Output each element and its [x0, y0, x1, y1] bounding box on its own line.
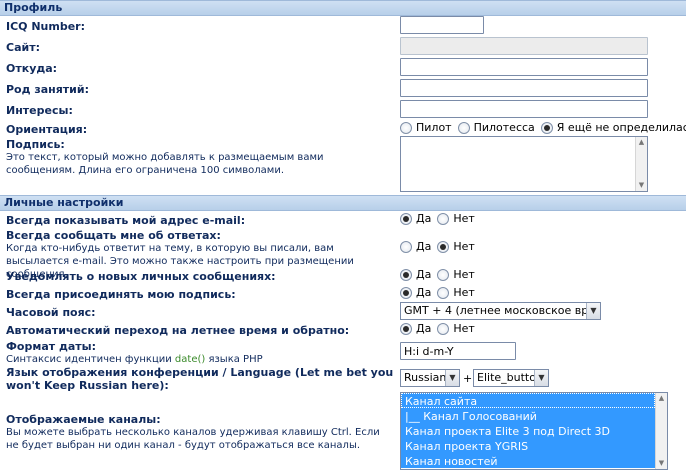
channel-option[interactable]: |__ Канал Голосований	[401, 408, 655, 423]
timezone-select[interactable]: GMT + 4 (летнее московское время) ▼	[400, 302, 601, 320]
occupation-label: Род занятий:	[6, 83, 89, 96]
notify-replies-no[interactable]: Нет	[437, 240, 475, 253]
scroll-down-icon[interactable]: ▼	[656, 458, 667, 469]
plus-separator: +	[463, 372, 473, 385]
radio-yes[interactable]	[400, 268, 412, 281]
chevron-down-icon[interactable]: ▼	[534, 370, 548, 386]
radio-no[interactable]	[437, 286, 450, 299]
dst-yes[interactable]: Да	[400, 322, 431, 335]
location-label: Откуда:	[6, 62, 58, 75]
attach-signature-radio-group: Да Нет	[400, 286, 481, 299]
radio-yes-label: Да	[416, 268, 432, 281]
orientation-option-undecided[interactable]: Я ещё не определилась	[540, 121, 686, 134]
date-format-fn-link[interactable]: date()	[175, 354, 205, 365]
chevron-down-icon[interactable]: ▼	[586, 303, 600, 319]
date-format-desc-text: языка PHP	[205, 354, 263, 365]
notify-pm-radio-group: Да Нет	[400, 268, 481, 281]
channels-label: Отображаемые каналы:	[6, 413, 161, 426]
radio-no-label: Нет	[453, 240, 475, 253]
scroll-down-icon[interactable]: ▼	[636, 180, 647, 191]
orientation-radio-undecided[interactable]	[540, 121, 553, 134]
radio-yes-label: Да	[416, 212, 432, 225]
show-email-no[interactable]: Нет	[437, 212, 475, 225]
icq-input[interactable]	[400, 16, 484, 34]
profile-section-header: Профиль	[0, 0, 686, 16]
radio-yes[interactable]	[400, 240, 412, 253]
radio-yes[interactable]	[400, 322, 412, 335]
language-label: Язык отображения конференции / Language …	[6, 366, 394, 392]
notify-replies-yes[interactable]: Да	[400, 240, 431, 253]
chevron-down-icon[interactable]: ▼	[445, 370, 459, 386]
scroll-up-icon[interactable]: ▲	[656, 393, 667, 404]
channels-description: Вы можете выбрать несколько каналов удер…	[6, 427, 380, 451]
timezone-value: GMT + 4 (летнее московское время)	[404, 304, 601, 317]
attach-signature-no[interactable]: Нет	[437, 286, 475, 299]
channel-option[interactable]: Канал сайта	[401, 393, 655, 408]
dst-label: Автоматический переход на летнее время и…	[6, 324, 350, 337]
signature-textarea[interactable]: ▲ ▼	[400, 136, 648, 192]
radio-yes-label: Да	[416, 240, 432, 253]
date-format-input[interactable]	[400, 342, 516, 360]
radio-yes[interactable]	[400, 286, 412, 299]
dst-no[interactable]: Нет	[437, 322, 475, 335]
radio-yes-label: Да	[416, 286, 432, 299]
channels-scrollbar[interactable]: ▲ ▼	[655, 393, 667, 469]
orientation-radio-group: Пилот Пилотесса Я ещё не определилась	[400, 121, 686, 134]
radio-no-label: Нет	[453, 212, 475, 225]
notify-pm-yes[interactable]: Да	[400, 268, 431, 281]
attach-signature-label: Всегда присоединять мою подпись:	[6, 288, 236, 301]
radio-no-label: Нет	[453, 268, 475, 281]
radio-no[interactable]	[437, 212, 450, 225]
notify-replies-radio-group: Да Нет	[400, 240, 481, 253]
timezone-label: Часовой пояс:	[6, 306, 96, 319]
date-format-desc-text: Синтаксис идентичен функции	[6, 354, 175, 365]
date-format-label: Формат даты:	[6, 340, 96, 353]
orientation-option-pilot[interactable]: Пилот	[400, 121, 452, 134]
style-select[interactable]: Elite_button ▼	[473, 369, 549, 387]
website-label: Сайт:	[6, 41, 40, 54]
channel-option[interactable]: Канал проекта Elite 3 под Direct 3D	[401, 423, 655, 438]
language-value: Russian	[404, 371, 447, 384]
notify-replies-label: Всегда сообщать мне об ответах:	[6, 229, 221, 242]
radio-no-label: Нет	[453, 286, 475, 299]
orientation-radio-pilot[interactable]	[400, 121, 412, 134]
interests-input[interactable]	[400, 100, 648, 118]
radio-no[interactable]	[437, 240, 450, 253]
attach-signature-yes[interactable]: Да	[400, 286, 431, 299]
orientation-option-label: Пилотесса	[473, 121, 535, 134]
location-input[interactable]	[400, 58, 648, 76]
radio-no[interactable]	[437, 268, 450, 281]
language-select[interactable]: Russian ▼	[400, 369, 460, 387]
orientation-radio-pilotess[interactable]	[457, 121, 470, 134]
orientation-option-pilotess[interactable]: Пилотесса	[457, 121, 535, 134]
occupation-input[interactable]	[400, 79, 648, 97]
show-email-radio-group: Да Нет	[400, 212, 481, 225]
date-format-description: Синтаксис идентичен функции date() языка…	[6, 353, 386, 366]
interests-label: Интересы:	[6, 104, 73, 117]
notify-pm-label: Уведомлять о новых личных сообщениях:	[6, 270, 276, 283]
dst-radio-group: Да Нет	[400, 322, 481, 335]
channels-listbox[interactable]: Канал сайта |__ Канал Голосований Канал …	[400, 392, 668, 470]
show-email-yes[interactable]: Да	[400, 212, 431, 225]
channel-option[interactable]: Канал новостей	[401, 453, 655, 468]
orientation-option-label: Пилот	[416, 121, 452, 134]
scroll-up-icon[interactable]: ▲	[636, 137, 647, 148]
signature-scrollbar[interactable]: ▲ ▼	[635, 137, 647, 191]
radio-no-label: Нет	[453, 322, 475, 335]
website-input	[400, 37, 648, 55]
channel-option[interactable]: Канал проекта YGRIS	[401, 438, 655, 453]
signature-description: Это текст, который можно добавлять к раз…	[6, 152, 324, 176]
radio-yes[interactable]	[400, 212, 412, 225]
settings-section-header: Личные настройки	[0, 195, 686, 211]
show-email-label: Всегда показывать мой адрес e-mail:	[6, 214, 246, 227]
radio-yes-label: Да	[416, 322, 432, 335]
orientation-label: Ориентация:	[6, 123, 88, 136]
radio-no[interactable]	[437, 322, 450, 335]
icq-label: ICQ Number:	[6, 20, 86, 33]
orientation-option-label: Я ещё не определилась	[556, 121, 686, 134]
signature-label: Подпись:	[6, 138, 65, 151]
notify-pm-no[interactable]: Нет	[437, 268, 475, 281]
